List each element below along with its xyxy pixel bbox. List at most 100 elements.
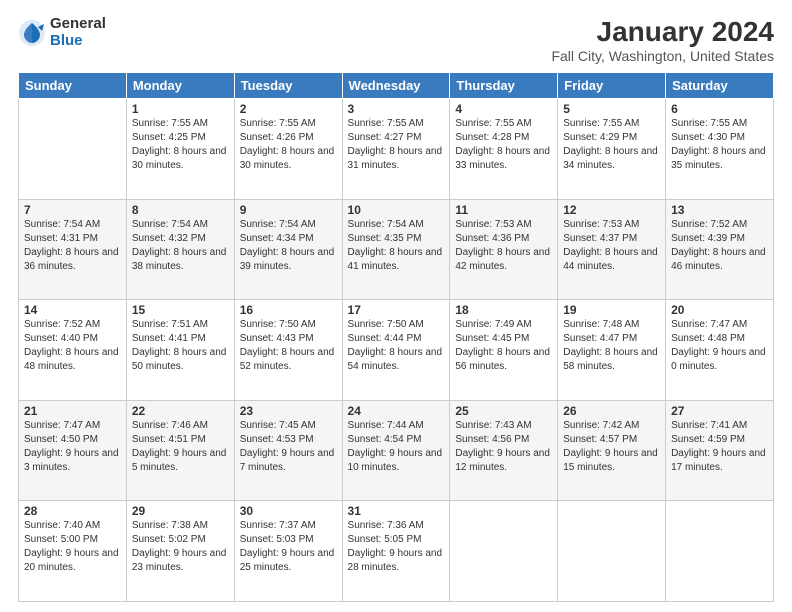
calendar-cell: 31 Sunrise: 7:36 AMSunset: 5:05 PMDaylig…: [342, 501, 450, 602]
day-number: 8: [132, 203, 229, 217]
calendar-cell: 15 Sunrise: 7:51 AMSunset: 4:41 PMDaylig…: [126, 300, 234, 401]
day-number: 13: [671, 203, 768, 217]
day-number: 28: [24, 504, 121, 518]
page: General Blue January 2024 Fall City, Was…: [0, 0, 792, 612]
day-number: 2: [240, 102, 337, 116]
subtitle: Fall City, Washington, United States: [551, 48, 774, 64]
day-info: Sunrise: 7:36 AMSunset: 5:05 PMDaylight:…: [348, 520, 443, 573]
calendar-cell: 2 Sunrise: 7:55 AMSunset: 4:26 PMDayligh…: [234, 99, 342, 200]
day-info: Sunrise: 7:51 AMSunset: 4:41 PMDaylight:…: [132, 319, 227, 372]
calendar-cell: 13 Sunrise: 7:52 AMSunset: 4:39 PMDaylig…: [666, 199, 774, 300]
day-number: 4: [455, 102, 552, 116]
calendar-day-header: Monday: [126, 73, 234, 99]
day-number: 3: [348, 102, 445, 116]
calendar-day-header: Wednesday: [342, 73, 450, 99]
day-number: 25: [455, 404, 552, 418]
day-info: Sunrise: 7:40 AMSunset: 5:00 PMDaylight:…: [24, 520, 119, 573]
day-number: 21: [24, 404, 121, 418]
day-info: Sunrise: 7:47 AMSunset: 4:48 PMDaylight:…: [671, 319, 766, 372]
day-number: 27: [671, 404, 768, 418]
calendar-cell: 16 Sunrise: 7:50 AMSunset: 4:43 PMDaylig…: [234, 300, 342, 401]
calendar-day-header: Tuesday: [234, 73, 342, 99]
calendar-cell: 11 Sunrise: 7:53 AMSunset: 4:36 PMDaylig…: [450, 199, 558, 300]
calendar-day-header: Friday: [558, 73, 666, 99]
calendar-week-row: 14 Sunrise: 7:52 AMSunset: 4:40 PMDaylig…: [19, 300, 774, 401]
calendar-cell: 30 Sunrise: 7:37 AMSunset: 5:03 PMDaylig…: [234, 501, 342, 602]
calendar-day-header: Saturday: [666, 73, 774, 99]
day-info: Sunrise: 7:44 AMSunset: 4:54 PMDaylight:…: [348, 420, 443, 473]
day-number: 10: [348, 203, 445, 217]
day-number: 29: [132, 504, 229, 518]
day-number: 1: [132, 102, 229, 116]
main-title: January 2024: [551, 16, 774, 48]
calendar-cell: [450, 501, 558, 602]
calendar-cell: 7 Sunrise: 7:54 AMSunset: 4:31 PMDayligh…: [19, 199, 127, 300]
calendar-cell: 6 Sunrise: 7:55 AMSunset: 4:30 PMDayligh…: [666, 99, 774, 200]
day-number: 11: [455, 203, 552, 217]
day-info: Sunrise: 7:52 AMSunset: 4:39 PMDaylight:…: [671, 219, 766, 272]
calendar-cell: 23 Sunrise: 7:45 AMSunset: 4:53 PMDaylig…: [234, 400, 342, 501]
calendar-cell: 4 Sunrise: 7:55 AMSunset: 4:28 PMDayligh…: [450, 99, 558, 200]
calendar-cell: 21 Sunrise: 7:47 AMSunset: 4:50 PMDaylig…: [19, 400, 127, 501]
calendar-cell: 9 Sunrise: 7:54 AMSunset: 4:34 PMDayligh…: [234, 199, 342, 300]
calendar-week-row: 1 Sunrise: 7:55 AMSunset: 4:25 PMDayligh…: [19, 99, 774, 200]
day-info: Sunrise: 7:55 AMSunset: 4:27 PMDaylight:…: [348, 118, 443, 171]
calendar-cell: 28 Sunrise: 7:40 AMSunset: 5:00 PMDaylig…: [19, 501, 127, 602]
calendar-cell: [558, 501, 666, 602]
day-number: 16: [240, 303, 337, 317]
day-info: Sunrise: 7:41 AMSunset: 4:59 PMDaylight:…: [671, 420, 766, 473]
calendar-cell: 5 Sunrise: 7:55 AMSunset: 4:29 PMDayligh…: [558, 99, 666, 200]
day-info: Sunrise: 7:50 AMSunset: 4:43 PMDaylight:…: [240, 319, 335, 372]
calendar-cell: [19, 99, 127, 200]
day-number: 6: [671, 102, 768, 116]
day-number: 22: [132, 404, 229, 418]
day-number: 17: [348, 303, 445, 317]
logo-text: General Blue: [50, 16, 106, 49]
day-info: Sunrise: 7:53 AMSunset: 4:36 PMDaylight:…: [455, 219, 550, 272]
day-info: Sunrise: 7:55 AMSunset: 4:28 PMDaylight:…: [455, 118, 550, 171]
calendar-cell: 1 Sunrise: 7:55 AMSunset: 4:25 PMDayligh…: [126, 99, 234, 200]
day-number: 7: [24, 203, 121, 217]
day-number: 15: [132, 303, 229, 317]
calendar-week-row: 21 Sunrise: 7:47 AMSunset: 4:50 PMDaylig…: [19, 400, 774, 501]
day-number: 14: [24, 303, 121, 317]
calendar-body: 1 Sunrise: 7:55 AMSunset: 4:25 PMDayligh…: [19, 99, 774, 602]
calendar-cell: 8 Sunrise: 7:54 AMSunset: 4:32 PMDayligh…: [126, 199, 234, 300]
calendar-cell: 26 Sunrise: 7:42 AMSunset: 4:57 PMDaylig…: [558, 400, 666, 501]
day-number: 18: [455, 303, 552, 317]
day-info: Sunrise: 7:54 AMSunset: 4:32 PMDaylight:…: [132, 219, 227, 272]
calendar: SundayMondayTuesdayWednesdayThursdayFrid…: [18, 72, 774, 602]
calendar-cell: [666, 501, 774, 602]
calendar-week-row: 28 Sunrise: 7:40 AMSunset: 5:00 PMDaylig…: [19, 501, 774, 602]
calendar-cell: 24 Sunrise: 7:44 AMSunset: 4:54 PMDaylig…: [342, 400, 450, 501]
day-info: Sunrise: 7:42 AMSunset: 4:57 PMDaylight:…: [563, 420, 658, 473]
day-number: 12: [563, 203, 660, 217]
title-section: January 2024 Fall City, Washington, Unit…: [551, 16, 774, 64]
calendar-cell: 10 Sunrise: 7:54 AMSunset: 4:35 PMDaylig…: [342, 199, 450, 300]
calendar-cell: 12 Sunrise: 7:53 AMSunset: 4:37 PMDaylig…: [558, 199, 666, 300]
calendar-cell: 18 Sunrise: 7:49 AMSunset: 4:45 PMDaylig…: [450, 300, 558, 401]
day-info: Sunrise: 7:43 AMSunset: 4:56 PMDaylight:…: [455, 420, 550, 473]
day-info: Sunrise: 7:37 AMSunset: 5:03 PMDaylight:…: [240, 520, 335, 573]
day-info: Sunrise: 7:45 AMSunset: 4:53 PMDaylight:…: [240, 420, 335, 473]
day-info: Sunrise: 7:54 AMSunset: 4:34 PMDaylight:…: [240, 219, 335, 272]
day-info: Sunrise: 7:48 AMSunset: 4:47 PMDaylight:…: [563, 319, 658, 372]
calendar-day-header: Sunday: [19, 73, 127, 99]
calendar-cell: 27 Sunrise: 7:41 AMSunset: 4:59 PMDaylig…: [666, 400, 774, 501]
day-number: 5: [563, 102, 660, 116]
day-number: 30: [240, 504, 337, 518]
day-number: 19: [563, 303, 660, 317]
calendar-cell: 17 Sunrise: 7:50 AMSunset: 4:44 PMDaylig…: [342, 300, 450, 401]
day-info: Sunrise: 7:55 AMSunset: 4:25 PMDaylight:…: [132, 118, 227, 171]
calendar-cell: 29 Sunrise: 7:38 AMSunset: 5:02 PMDaylig…: [126, 501, 234, 602]
calendar-cell: 3 Sunrise: 7:55 AMSunset: 4:27 PMDayligh…: [342, 99, 450, 200]
day-info: Sunrise: 7:53 AMSunset: 4:37 PMDaylight:…: [563, 219, 658, 272]
header: General Blue January 2024 Fall City, Was…: [18, 16, 774, 64]
day-number: 24: [348, 404, 445, 418]
day-number: 23: [240, 404, 337, 418]
calendar-header-row: SundayMondayTuesdayWednesdayThursdayFrid…: [19, 73, 774, 99]
day-number: 26: [563, 404, 660, 418]
day-info: Sunrise: 7:46 AMSunset: 4:51 PMDaylight:…: [132, 420, 227, 473]
day-info: Sunrise: 7:38 AMSunset: 5:02 PMDaylight:…: [132, 520, 227, 573]
day-info: Sunrise: 7:54 AMSunset: 4:31 PMDaylight:…: [24, 219, 119, 272]
